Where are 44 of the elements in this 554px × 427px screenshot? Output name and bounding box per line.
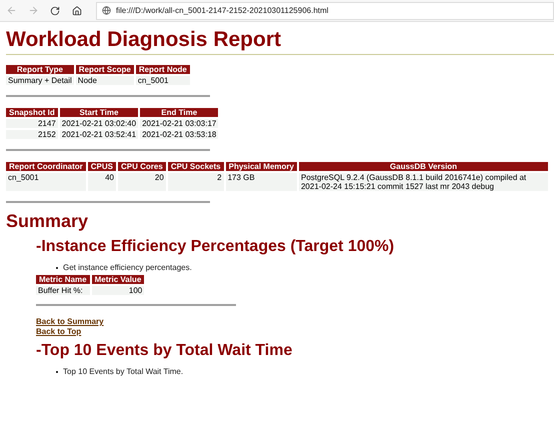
table-cell: Node bbox=[76, 76, 134, 85]
url-text: file:///D:/work/all-cn_5001-2147-2152-20210301125906.html bbox=[116, 4, 328, 16]
table-cell: PostgreSQL 9.2.4 (GaussDB 8.1.1 build 2016741e) compiled at 2021-02-24 15:15:21 commit 1527 last mr 2043 debug bbox=[298, 173, 548, 191]
back-link[interactable]: Back to Summary bbox=[36, 317, 104, 326]
column-header: Metric Value bbox=[92, 275, 144, 284]
table-cell: 2147 bbox=[6, 119, 58, 128]
subsection-heading: -Top 10 Events by Total Wait Time bbox=[36, 341, 294, 361]
table-cell: 2152 bbox=[6, 130, 58, 139]
table-cell: 2021-02-21 03:53:18 bbox=[140, 130, 218, 139]
table-cell: 173 GB bbox=[226, 173, 297, 191]
column-header: GaussDB Version bbox=[298, 162, 548, 171]
column-header: CPU Cores bbox=[118, 162, 166, 171]
section-heading: Summary bbox=[6, 211, 90, 231]
globe-icon bbox=[102, 6, 111, 15]
column-header: Report Coordinator bbox=[6, 162, 86, 171]
bullet-text: Top 10 Events by Total Wait Time. bbox=[63, 367, 184, 377]
reload-icon[interactable] bbox=[50, 6, 60, 16]
column-header: Start Time bbox=[60, 108, 138, 117]
column-header: Report Node bbox=[136, 65, 190, 74]
table-cell: 2021-02-21 03:52:41 bbox=[60, 130, 138, 139]
column-header: CPUS bbox=[88, 162, 116, 171]
report-title: Workload Diagnosis Report bbox=[6, 28, 282, 52]
table-cell: 2 bbox=[168, 173, 224, 191]
table-cell: 2021-02-21 03:03:17 bbox=[140, 119, 218, 128]
column-header: Snapshot Id bbox=[6, 108, 58, 117]
column-header: End Time bbox=[140, 108, 218, 117]
column-header: CPU Sockets bbox=[168, 162, 224, 171]
column-header: Report Type bbox=[6, 65, 74, 74]
column-header: Report Scope bbox=[76, 65, 134, 74]
home-icon[interactable] bbox=[72, 6, 82, 16]
table-cell: Summary + Detail bbox=[6, 76, 74, 85]
bullet-text: Get instance efficiency percentages. bbox=[63, 263, 192, 273]
table-cell: cn_5001 bbox=[136, 76, 190, 85]
column-header: Physical Memory bbox=[226, 162, 297, 171]
table-cell: 20 bbox=[118, 173, 166, 191]
address-bar[interactable]: file:///D:/work/all-cn_5001-2147-2152-20210301125906.html bbox=[96, 2, 554, 20]
subsection-heading: -Instance Efficiency Percentages (Target 100%) bbox=[36, 237, 396, 257]
column-header: Metric Name bbox=[36, 275, 90, 284]
table-cell: Buffer Hit %: bbox=[36, 286, 90, 295]
back-link[interactable]: Back to Top bbox=[36, 327, 82, 336]
table-cell: cn_5001 bbox=[6, 173, 86, 191]
table-cell: 100 bbox=[92, 286, 144, 295]
table-cell: 40 bbox=[88, 173, 116, 191]
table-cell: 2021-02-21 03:02:40 bbox=[60, 119, 138, 128]
